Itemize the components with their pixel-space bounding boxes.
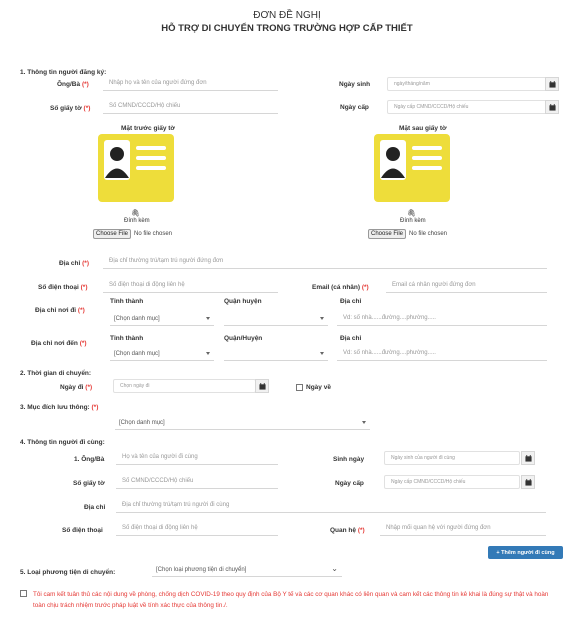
name-label: Ông/Bà (*) [57,81,89,88]
companion-dob-input[interactable]: Ngày sinh của người đi cùng [384,451,520,465]
vehicle-select[interactable]: [Chọn loại phương tiện di chuyển] ⌄ [152,563,342,577]
from-province-select[interactable]: [Chọn danh mục] [110,312,214,326]
email-input[interactable]: Email cá nhân người đứng đơn [386,279,547,293]
idno-label: Số giấy tờ (*) [50,105,91,112]
to-district-select[interactable] [224,347,328,361]
companion-relation-label: Quan hệ (*) [330,527,365,534]
companion-idno-label: Số giấy tờ [73,480,105,487]
attach-label: Đính kèm [124,218,150,224]
dob-input[interactable]: ngày/tháng/năm [387,77,547,91]
section-1-title: 1. Thông tin người đăng ký: [20,69,107,76]
no-file-text: No file chosen [134,231,173,237]
street-label: Địa chỉ [340,335,362,342]
commitment-text: Tôi cam kết tuân thủ các nội dung về phò… [33,591,549,609]
idno-input[interactable]: Số CMND/CCCD/Hộ chiếu [103,100,278,114]
from-district-select[interactable] [224,312,328,326]
dob-label: Ngày sinh [339,81,371,88]
id-card-icon[interactable] [374,134,450,202]
add-companion-button[interactable]: + Thêm người đi cùng [488,546,563,559]
back-id-label: Mặt sau giấy tờ [399,125,447,132]
email-label: Email (cá nhân) (*) [312,284,369,291]
companion-name-input[interactable]: Họ và tên của người đi cùng [116,451,278,465]
issue-date-input[interactable]: Ngày cấp CMND/CCCD/Hộ chiếu [387,100,547,114]
choose-file-back-button[interactable]: Choose File [368,229,407,239]
from-address-label: Địa chỉ nơi đi (*) [35,307,85,314]
from-street-input[interactable]: Vd: số nhà......đường....phường..... [337,312,547,326]
paperclip-icon: 🖇 [407,210,416,217]
section-4-title: 4. Thông tin người đi cùng: [20,439,105,446]
companion-phone-label: Số điện thoại [62,527,103,534]
front-id-label: Mặt trước giấy tờ [121,125,176,132]
name-input[interactable]: Nhập họ và tên của người đứng đơn [103,77,278,91]
companion-name-label: 1. Ông/Bà [74,456,105,463]
commitment-checkbox[interactable] [20,590,27,597]
choose-file-front-button[interactable]: Choose File [93,229,132,239]
to-street-input[interactable]: Vd: số nhà......đường....phường..... [337,347,547,361]
return-date-label: Ngày về [306,384,331,391]
province-label: Tỉnh thành [110,298,144,305]
calendar-icon[interactable] [545,77,559,91]
form-subtitle: HỖ TRỢ DI CHUYỂN TRONG TRƯỜNG HỢP CẤP TH… [161,23,413,34]
calendar-icon[interactable] [521,451,535,465]
to-address-label: Địa chỉ nơi đến (*) [31,340,87,347]
section-3-title: 3. Mục đích lưu thông: (*) [20,404,99,411]
calendar-icon[interactable] [521,475,535,489]
form-title: ĐƠN ĐỀ NGHỊ [253,10,321,21]
companion-issue-input[interactable]: Ngày cấp CMND/CCCD/Hộ chiếu [384,475,520,489]
companion-phone-input[interactable]: Số điện thoại di động liên hệ [116,522,278,536]
departure-date-label: Ngày đi (*) [60,384,93,391]
calendar-icon[interactable] [545,100,559,114]
companion-address-label: Địa chỉ [84,504,106,511]
companion-idno-input[interactable]: Số CMND/CCCD/Hộ chiếu [116,475,278,489]
id-card-icon[interactable] [98,134,174,202]
province-label: Tỉnh thành [110,335,144,342]
address-label: Địa chỉ (*) [59,260,89,267]
to-province-select[interactable]: [Chọn danh mục] [110,347,214,361]
departure-date-input[interactable]: Chọn ngày đi [113,379,256,393]
phone-label: Số điện thoại (*) [38,284,88,291]
street-label: Địa chỉ [340,298,362,305]
issue-date-label: Ngày cấp [340,104,369,111]
paperclip-icon: 🖇 [131,210,140,217]
address-input[interactable]: Địa chỉ thường trú/tạm trú người đứng đơ… [103,255,547,269]
companion-dob-label: Sinh ngày [333,456,365,463]
district-label: Quận huyện [224,298,262,305]
attach-label: Đính kèm [400,218,426,224]
district-label: Quận/Huyện [224,335,263,342]
calendar-icon[interactable] [255,379,269,393]
companion-issue-label: Ngày cấp [335,480,364,487]
no-file-text: No file chosen [409,231,448,237]
purpose-select[interactable]: [Chọn danh mục] [115,416,370,430]
section-2-title: 2. Thời gian di chuyển: [20,370,92,377]
phone-input[interactable]: Số điện thoại di động liên hệ [103,279,278,293]
companion-address-input[interactable]: Địa chỉ thường trú/tạm trú người đi cùng [116,499,546,513]
companion-relation-input[interactable]: Nhập mối quan hệ với người đứng đơn [380,522,546,536]
section-5-title: 5. Loại phương tiện di chuyển: [20,569,116,576]
return-date-checkbox[interactable] [296,384,303,391]
